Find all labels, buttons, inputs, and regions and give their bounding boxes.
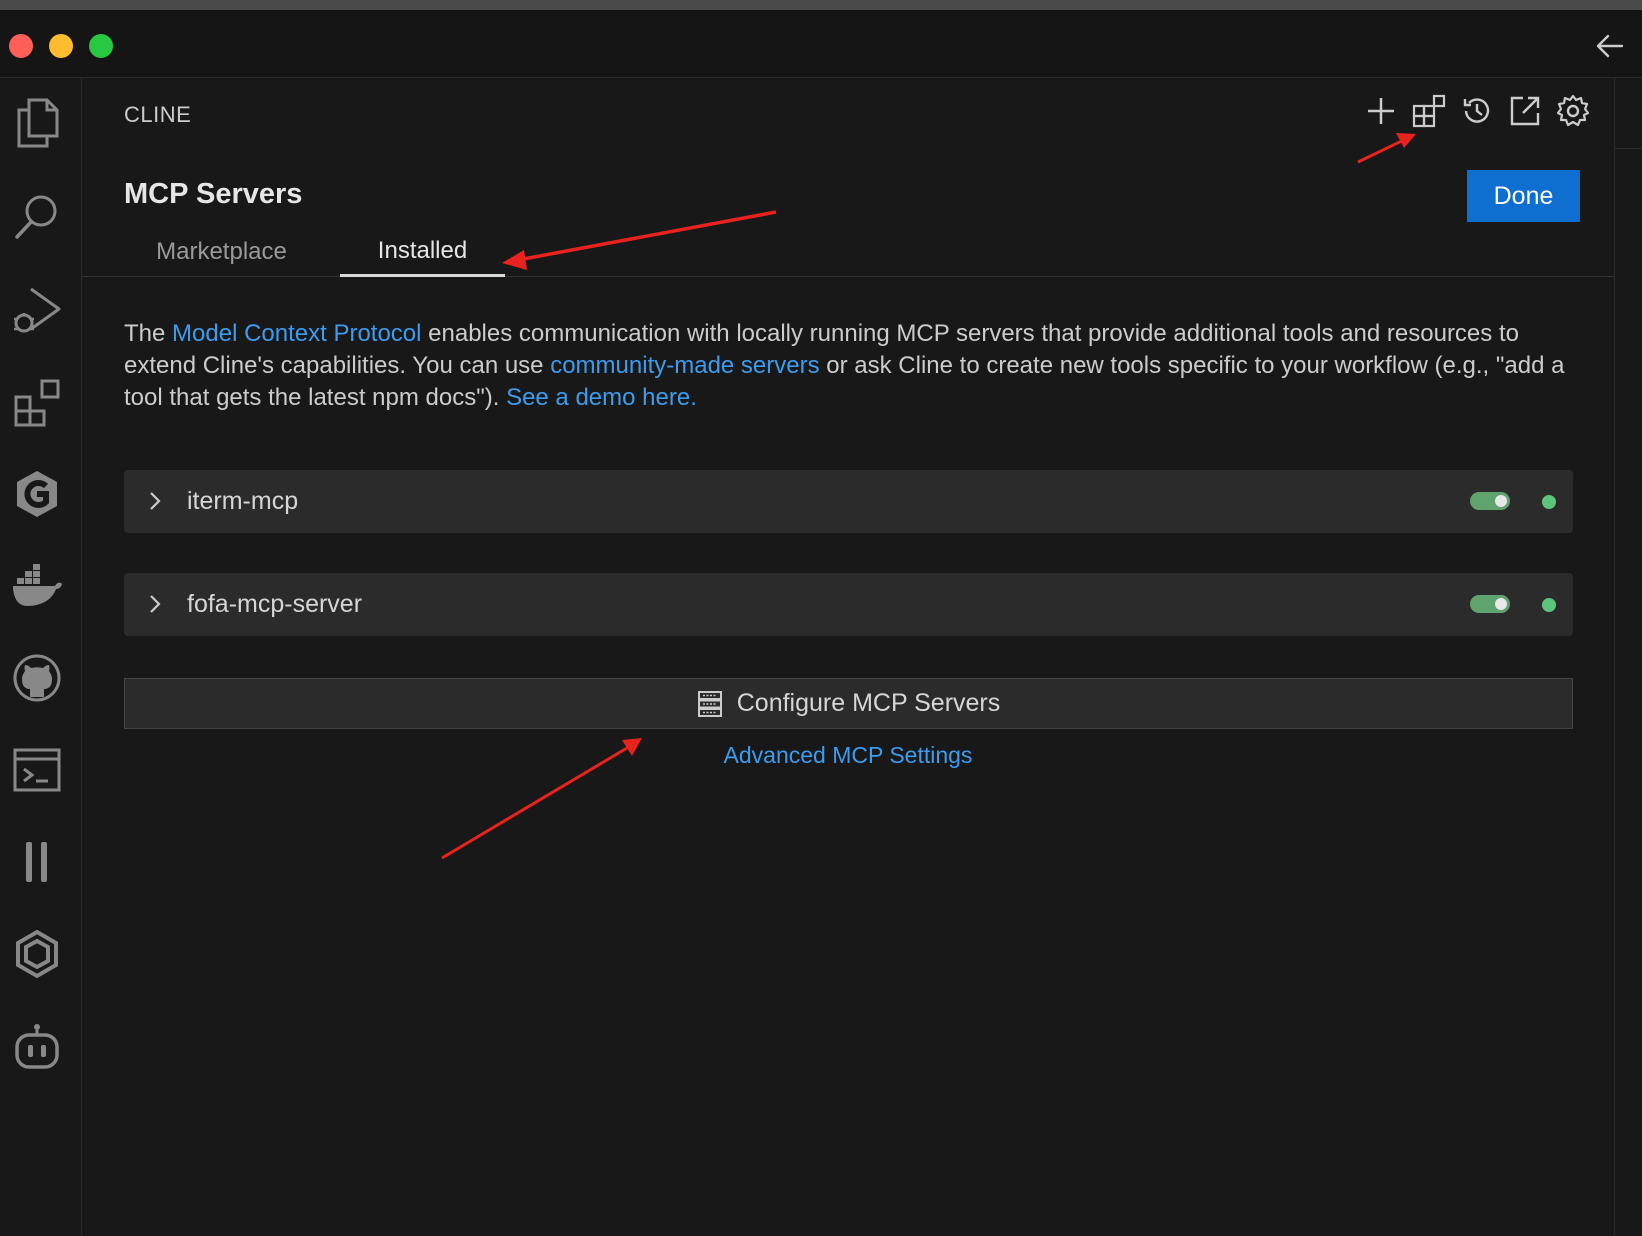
mcp-servers-icon[interactable] xyxy=(1412,94,1446,128)
extensions-icon[interactable] xyxy=(9,374,65,430)
minimize-window-button[interactable] xyxy=(49,34,73,58)
docker-icon[interactable] xyxy=(9,558,65,614)
popout-icon[interactable] xyxy=(1508,94,1542,128)
edge-divider xyxy=(1615,148,1642,149)
server-name: fofa-mcp-server xyxy=(187,590,363,618)
plus-icon[interactable] xyxy=(1364,94,1398,128)
panel-title: CLINE xyxy=(124,102,192,127)
configure-label: Configure MCP Servers xyxy=(736,689,1001,717)
cline-panel: CLINE MCP Servers Done Marketplace Insta… xyxy=(82,78,1614,1236)
close-window-button[interactable] xyxy=(9,34,33,58)
tab-marketplace[interactable]: Marketplace xyxy=(124,228,319,276)
right-panel-edge xyxy=(1614,78,1642,1236)
chevron-right-icon[interactable] xyxy=(146,490,164,512)
activity-bar xyxy=(0,78,82,1236)
server-enable-toggle[interactable] xyxy=(1470,595,1510,613)
toggle-knob xyxy=(1495,495,1507,507)
server-status-dot xyxy=(1542,598,1556,612)
demo-link[interactable]: See a demo here. xyxy=(506,384,697,411)
maximize-window-button[interactable] xyxy=(89,34,113,58)
pause-icon[interactable] xyxy=(9,834,65,890)
copilot-icon[interactable] xyxy=(9,1018,65,1074)
terminal-icon[interactable] xyxy=(9,742,65,798)
tab-installed[interactable]: Installed xyxy=(340,228,505,277)
server-row-fofa-mcp-server[interactable]: fofa-mcp-server xyxy=(124,573,1573,636)
search-icon[interactable] xyxy=(9,188,65,244)
os-top-strip xyxy=(0,0,1642,10)
arrow-left-icon[interactable] xyxy=(1592,30,1628,62)
title-bar xyxy=(0,10,1642,78)
page-title: MCP Servers xyxy=(124,178,303,210)
server-name: iterm-mcp xyxy=(187,487,299,515)
server-enable-toggle[interactable] xyxy=(1470,492,1510,510)
configure-mcp-servers-button[interactable]: Configure MCP Servers xyxy=(124,678,1573,729)
gitlens-icon[interactable] xyxy=(9,466,65,522)
advanced-mcp-settings-link[interactable]: Advanced MCP Settings xyxy=(82,742,1614,769)
server-row-iterm-mcp[interactable]: iterm-mcp xyxy=(124,470,1573,533)
toggle-knob xyxy=(1495,598,1507,610)
tab-bar: Marketplace Installed xyxy=(82,228,1614,277)
history-icon[interactable] xyxy=(1460,94,1494,128)
kubernetes-icon[interactable] xyxy=(9,926,65,982)
chevron-right-icon[interactable] xyxy=(146,593,164,615)
explorer-icon[interactable] xyxy=(9,94,65,150)
gear-icon[interactable] xyxy=(1556,94,1590,128)
desc-text-1: The xyxy=(124,320,173,347)
model-context-protocol-link[interactable]: Model Context Protocol xyxy=(172,320,421,347)
done-button[interactable]: Done xyxy=(1467,170,1580,222)
github-icon[interactable] xyxy=(9,650,65,706)
mcp-description: The Model Context Protocol enables commu… xyxy=(124,318,1584,414)
panel-toolbar xyxy=(1364,94,1590,128)
run-debug-icon[interactable] xyxy=(9,282,65,338)
server-stack-icon xyxy=(697,690,722,717)
community-servers-link[interactable]: community-made servers xyxy=(550,352,819,379)
server-status-dot xyxy=(1542,495,1556,509)
